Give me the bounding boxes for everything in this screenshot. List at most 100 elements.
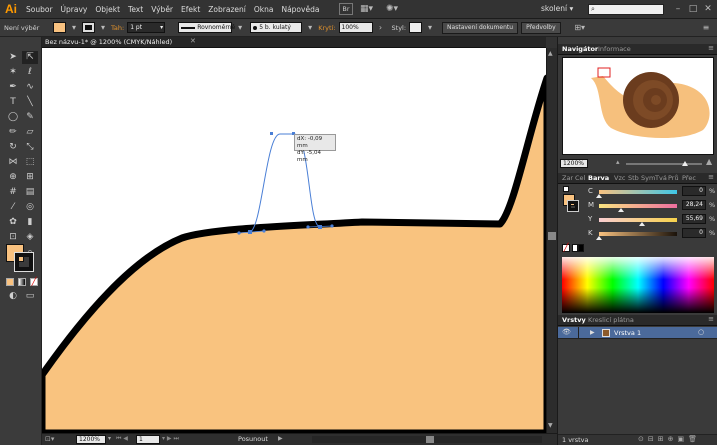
perspective-grid-tool-icon[interactable]: ⊞ xyxy=(22,171,38,184)
slider-y[interactable]: Y 55,69% xyxy=(562,214,715,226)
slider-thumb[interactable] xyxy=(596,194,602,198)
slider-m[interactable]: M 28,24% xyxy=(562,200,715,212)
slider-thumb[interactable] xyxy=(639,222,646,226)
status-menu-icon[interactable]: ▶ xyxy=(278,435,283,442)
paintbrush-tool-icon[interactable]: ✎ xyxy=(22,111,38,124)
navigator-zoom-slider[interactable] xyxy=(626,161,702,166)
chevron-down-icon[interactable]: ▾ xyxy=(108,435,111,442)
panel-menu-icon[interactable]: ≡ xyxy=(708,173,714,181)
curvature-tool-icon[interactable]: ∿ xyxy=(22,81,38,94)
document-tab[interactable]: Bez názvu-1* @ 1200% (CMYK/Náhled) ✕ xyxy=(42,37,546,48)
target-icon[interactable]: ○ xyxy=(698,328,704,336)
tab-artboards[interactable]: Kreslicí plátna xyxy=(588,316,634,324)
tab-swatches[interactable]: Zar xyxy=(562,174,573,182)
chevron-down-icon[interactable]: ▾ xyxy=(98,23,108,33)
zoom-in-icon[interactable]: ▲ xyxy=(706,157,712,166)
menu-2[interactable]: Objekt xyxy=(91,0,124,19)
width-tool-icon[interactable]: ⋈ xyxy=(5,156,21,169)
tab-symbols[interactable]: Sym xyxy=(641,174,655,182)
horizontal-scroll-thumb[interactable] xyxy=(426,436,434,443)
menu-1[interactable]: Úpravy xyxy=(57,0,92,19)
horizontal-scrollbar[interactable] xyxy=(312,436,542,443)
lasso-tool-icon[interactable]: ℓ xyxy=(22,66,38,79)
artboard-canvas[interactable]: dX: -0,09 mm dY: -5,04 mm xyxy=(42,48,546,433)
document-setup-button[interactable]: Nastavení dokumentu xyxy=(442,21,519,34)
slider-c[interactable]: C 0% xyxy=(562,186,715,198)
brush-definition-dropdown[interactable]: 5 b. kulatý xyxy=(250,22,303,33)
chevron-right-icon[interactable]: › xyxy=(376,23,386,33)
minimize-icon[interactable]: – xyxy=(672,3,684,15)
maximize-icon[interactable]: □ xyxy=(687,3,699,15)
next-artboard-icon[interactable]: ▾ ▶ ⏭ xyxy=(162,435,179,443)
tab-stroke[interactable]: Stb xyxy=(628,174,639,182)
ellipse-tool-icon[interactable]: ◯ xyxy=(5,111,21,124)
slider-track[interactable] xyxy=(599,218,677,222)
tab-gradient[interactable]: Přec xyxy=(682,174,696,182)
tab-brushes[interactable]: Cel xyxy=(575,174,585,182)
layer-actions-icons[interactable]: ⊙⊟⊞⊕▣🗑 xyxy=(638,435,701,443)
scroll-up-icon[interactable]: ▲ xyxy=(548,50,553,57)
panel-menu-icon[interactable]: ≡ xyxy=(708,44,714,52)
panel-options-icon[interactable]: ⊞▾ xyxy=(572,23,588,33)
navigator-zoom-thumb[interactable] xyxy=(682,161,688,166)
bridge-button[interactable]: Br xyxy=(339,3,353,15)
slider-track[interactable] xyxy=(599,190,677,194)
slider-value-field[interactable]: 55,69 xyxy=(682,214,706,224)
stroke-color-swatch[interactable] xyxy=(82,22,95,33)
navigator-zoom-field[interactable]: 1200% xyxy=(560,159,588,168)
opacity-field[interactable]: 100% xyxy=(338,22,373,33)
tab-layers[interactable]: Vrstvy xyxy=(562,316,586,324)
workspace-switcher[interactable]: skolení ▾ xyxy=(541,4,573,13)
slider-thumb[interactable] xyxy=(596,236,602,240)
scroll-thumb[interactable] xyxy=(548,232,556,240)
menu-0[interactable]: Soubor xyxy=(22,0,57,19)
zoom-field[interactable]: 1200% xyxy=(76,435,106,444)
selection-tool-icon[interactable]: ➤ xyxy=(5,51,21,64)
slider-track[interactable] xyxy=(599,232,677,236)
tab-transparency[interactable]: Prů xyxy=(668,174,679,182)
preferences-button[interactable]: Předvolby xyxy=(521,21,561,34)
black-color-icon[interactable] xyxy=(578,244,584,252)
color-spectrum[interactable] xyxy=(562,257,714,313)
tab-info[interactable]: Informace xyxy=(598,45,631,53)
arrange-documents-icon[interactable]: ▦▾ xyxy=(360,3,380,15)
zoom-out-icon[interactable]: ▴ xyxy=(616,158,620,166)
expand-arrow-icon[interactable]: ▶ xyxy=(590,329,595,336)
eraser-tool-icon[interactable]: ▱ xyxy=(22,126,38,139)
direction-handle[interactable] xyxy=(237,231,241,235)
slider-k[interactable]: K 0% xyxy=(562,228,715,240)
menu-5[interactable]: Efekt xyxy=(177,0,204,19)
panel-menu-icon[interactable]: ≡ xyxy=(708,315,714,323)
tab-navigator[interactable]: Navigátor xyxy=(562,45,598,53)
rotate-tool-icon[interactable]: ↻ xyxy=(5,141,21,154)
pen-tool-icon[interactable]: ✒ xyxy=(5,81,21,94)
blend-tool-icon[interactable]: ◎ xyxy=(22,201,38,214)
direction-handle[interactable] xyxy=(306,225,310,229)
graphic-style-swatch[interactable] xyxy=(409,22,423,33)
menu-4[interactable]: Výběr xyxy=(147,0,177,19)
eyedropper-tool-icon[interactable]: ⁄ xyxy=(5,201,21,214)
tab-color-guide[interactable]: Vzc xyxy=(614,174,625,182)
chevron-down-icon[interactable]: ▾ xyxy=(235,23,245,33)
menu-8[interactable]: Nápověda xyxy=(277,0,323,19)
gradient-tool-icon[interactable]: ▤ xyxy=(22,186,38,199)
slider-value-field[interactable]: 0 xyxy=(682,186,706,196)
slider-track[interactable] xyxy=(599,204,677,208)
stroke-weight-field[interactable]: 1 pt ▾ xyxy=(127,22,166,33)
type-tool-icon[interactable]: T xyxy=(5,96,21,109)
slice-tool-icon[interactable]: ◈ xyxy=(22,231,38,244)
artboard-number-field[interactable]: 1 xyxy=(136,435,160,444)
gradient-mode-button[interactable] xyxy=(18,278,26,286)
vertical-scrollbar[interactable]: ▲ ▼ xyxy=(546,48,557,433)
scroll-down-icon[interactable]: ▼ xyxy=(548,422,553,429)
close-icon[interactable]: ✕ xyxy=(702,3,714,15)
stroke-swatch[interactable] xyxy=(15,253,33,271)
artboard-nav-icon[interactable]: ⊡▾ xyxy=(45,435,54,443)
opacity-label[interactable]: Krytí: xyxy=(318,24,335,32)
search-input[interactable]: ⌕ xyxy=(588,4,664,15)
mesh-tool-icon[interactable]: # xyxy=(5,186,21,199)
slider-value-field[interactable]: 0 xyxy=(682,228,706,238)
direction-handle[interactable] xyxy=(330,224,334,228)
chevron-down-icon[interactable]: ▾ xyxy=(305,23,315,33)
navigator-preview[interactable] xyxy=(562,57,714,155)
